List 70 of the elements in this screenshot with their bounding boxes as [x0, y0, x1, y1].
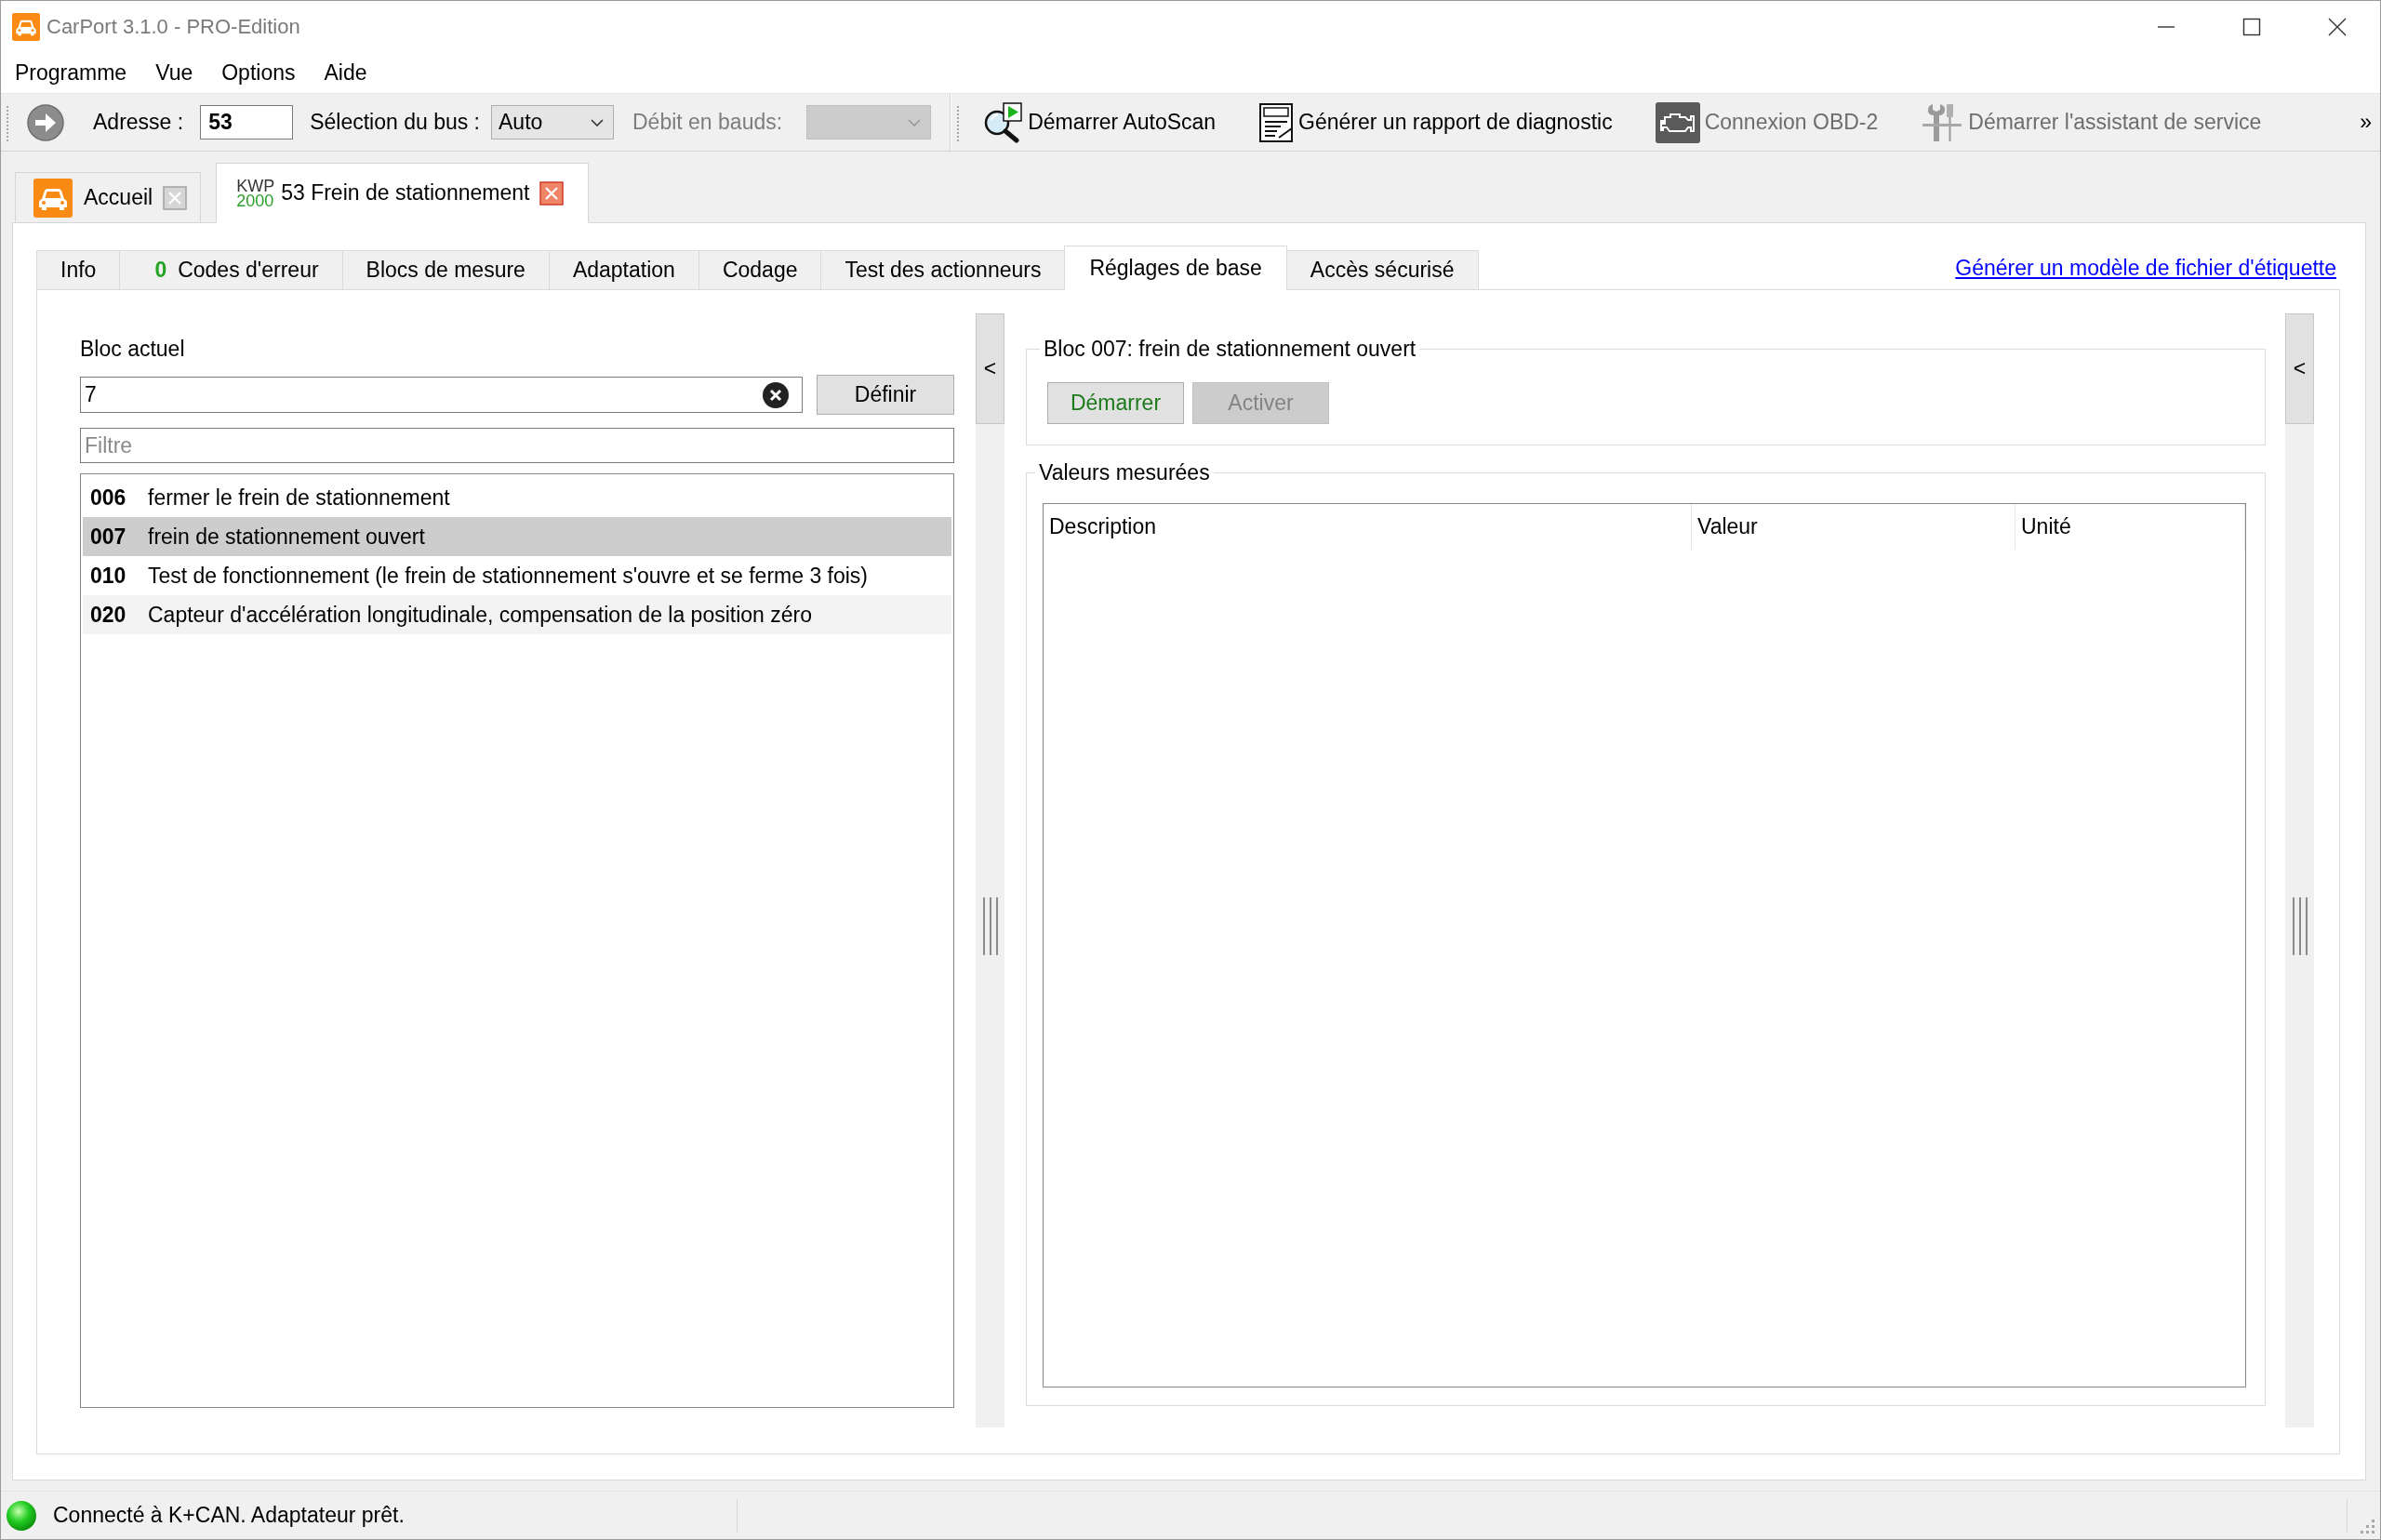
car-logo-icon: [12, 12, 40, 41]
report-button[interactable]: Générer un rapport de diagnostic: [1257, 101, 1615, 143]
tab[interactable]: 0 Codes d'erreur: [119, 250, 343, 290]
window-title: CarPort 3.1.0 - PRO-Edition: [47, 14, 300, 39]
maximize-icon[interactable]: [2241, 16, 2262, 37]
block-description: Capteur d'accélération longitudinale, compensation de la position zéro: [148, 602, 812, 628]
menu-item[interactable]: Programme: [15, 60, 127, 86]
block-number: 007: [90, 524, 127, 550]
tab[interactable]: Codage: [698, 250, 822, 290]
block-number: 020: [90, 602, 127, 628]
block-list-item[interactable]: 010 Test de fonctionnement (le frein de stationnement s'ouvre et se ferme 3 fois): [83, 556, 951, 595]
start-button[interactable]: Démarrer: [1047, 382, 1184, 424]
collapse-button[interactable]: <: [2285, 313, 2314, 424]
menu-item[interactable]: Vue: [155, 60, 193, 86]
template-link[interactable]: Générer un modèle de fichier d'étiquette: [1955, 255, 2336, 281]
block-number: 006: [90, 485, 127, 511]
grip-icon: [956, 103, 961, 141]
menu-item[interactable]: Options: [221, 60, 296, 86]
menu-item[interactable]: Aide: [324, 60, 367, 86]
block-list-item[interactable]: 007 frein de stationnement ouvert: [83, 517, 951, 556]
collapse-button[interactable]: <: [976, 313, 1004, 424]
status-text: Connecté à K+CAN. Adaptateur prêt.: [53, 1503, 405, 1528]
grip-icon: [6, 103, 9, 141]
tab[interactable]: Réglages de base: [1064, 246, 1287, 290]
block-number: 010: [90, 563, 127, 589]
block-description: fermer le frein de stationnement: [148, 485, 450, 511]
car-icon: [33, 178, 73, 218]
document-tab[interactable]: Accueil: [15, 172, 202, 223]
error-count: 0: [154, 258, 167, 283]
block-list-item[interactable]: 006 fermer le frein de stationnement: [83, 478, 951, 517]
engine-icon: [1655, 101, 1700, 143]
column-header[interactable]: Unité: [2015, 504, 2245, 550]
tab[interactable]: Adaptation: [548, 250, 699, 290]
bus-label: Sélection du bus :: [310, 110, 480, 135]
splitter-bar[interactable]: <: [976, 313, 1004, 1427]
block-list-item[interactable]: 020 Capteur d'accélération longitudinale, compensation de la position zéro: [83, 595, 951, 634]
grip-icon[interactable]: [2290, 896, 2309, 955]
tab[interactable]: Blocs de mesure: [341, 250, 550, 290]
resize-grip-icon[interactable]: [2359, 1518, 2377, 1536]
splitter-bar[interactable]: <: [2285, 313, 2314, 1427]
column-header[interactable]: Description: [1044, 504, 1692, 550]
baud-rate-label: Débit en bauds:: [632, 110, 783, 135]
block-description: frein de stationnement ouvert: [148, 524, 425, 550]
tab[interactable]: Info: [36, 250, 121, 290]
autoscan-button[interactable]: Démarrer AutoScan: [980, 101, 1218, 143]
protocol-label: KWP: [236, 178, 275, 193]
bus-dropdown[interactable]: Auto: [491, 105, 614, 139]
block-number-field[interactable]: 7: [80, 377, 803, 413]
block-description: Test de fonctionnement (le frein de stationnement s'ouvre et se ferme 3 fois): [148, 563, 868, 589]
group-title: Bloc 007: frein de stationnement ouvert: [1043, 336, 1417, 362]
close-icon[interactable]: [2327, 16, 2348, 37]
document-icon: [1258, 101, 1295, 143]
address-label: Adresse :: [93, 110, 184, 135]
tab-label: 53 Frein de stationnement: [281, 180, 530, 206]
filter-field[interactable]: Filtre: [80, 428, 954, 463]
magnifier-play-icon: [982, 101, 1024, 143]
column-header[interactable]: Valeur: [1692, 504, 2015, 550]
current-block-label: Bloc actuel: [80, 336, 186, 362]
clear-icon[interactable]: [762, 380, 790, 409]
define-button[interactable]: Définir: [817, 375, 954, 415]
tab[interactable]: Accès sécurisé: [1285, 250, 1479, 290]
protocol-version: 2000: [236, 192, 275, 208]
grip-icon[interactable]: [980, 896, 1000, 955]
tab[interactable]: Test des actionneurs: [820, 250, 1066, 290]
chevron-down-icon: [591, 118, 604, 126]
address-field[interactable]: 53: [200, 105, 294, 139]
chevron-down-icon: [908, 118, 922, 126]
group-title: Valeurs mesurées: [1038, 459, 1211, 485]
tab-label: Accueil: [84, 185, 153, 210]
overflow-button[interactable]: »: [2360, 110, 2372, 135]
